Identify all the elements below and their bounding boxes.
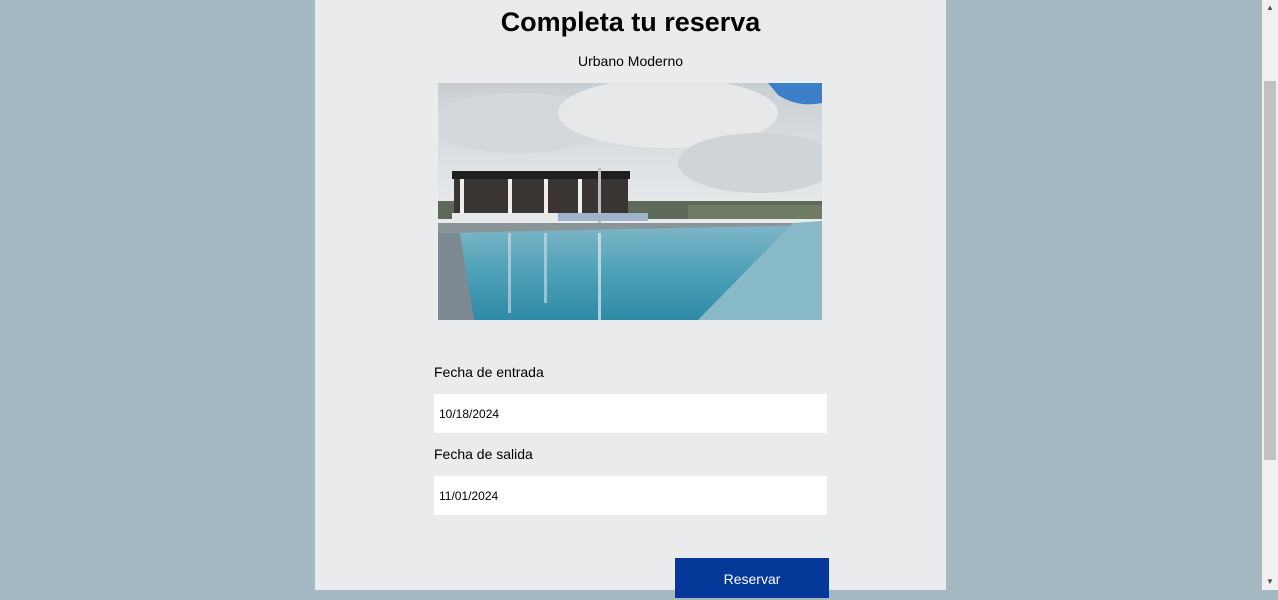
booking-panel: Completa tu reserva Urbano Moderno Fecha… — [315, 0, 946, 598]
checkin-label: Fecha de entrada — [434, 364, 544, 380]
page-title: Completa tu reserva — [500, 7, 761, 37]
hotel-image — [438, 83, 822, 320]
hotel-name: Urbano Moderno — [577, 53, 684, 69]
reserve-button[interactable]: Reservar — [675, 558, 829, 598]
chevron-up-icon[interactable]: ▲ — [1262, 0, 1278, 16]
scrollbar-thumb[interactable] — [1264, 81, 1276, 460]
chevron-down-icon[interactable]: ▼ — [1262, 574, 1278, 590]
checkin-date-input[interactable] — [434, 394, 827, 433]
checkout-date-input[interactable] — [434, 476, 827, 515]
vertical-scrollbar[interactable]: ▲ ▼ — [1262, 0, 1278, 590]
checkout-label: Fecha de salida — [434, 446, 533, 462]
